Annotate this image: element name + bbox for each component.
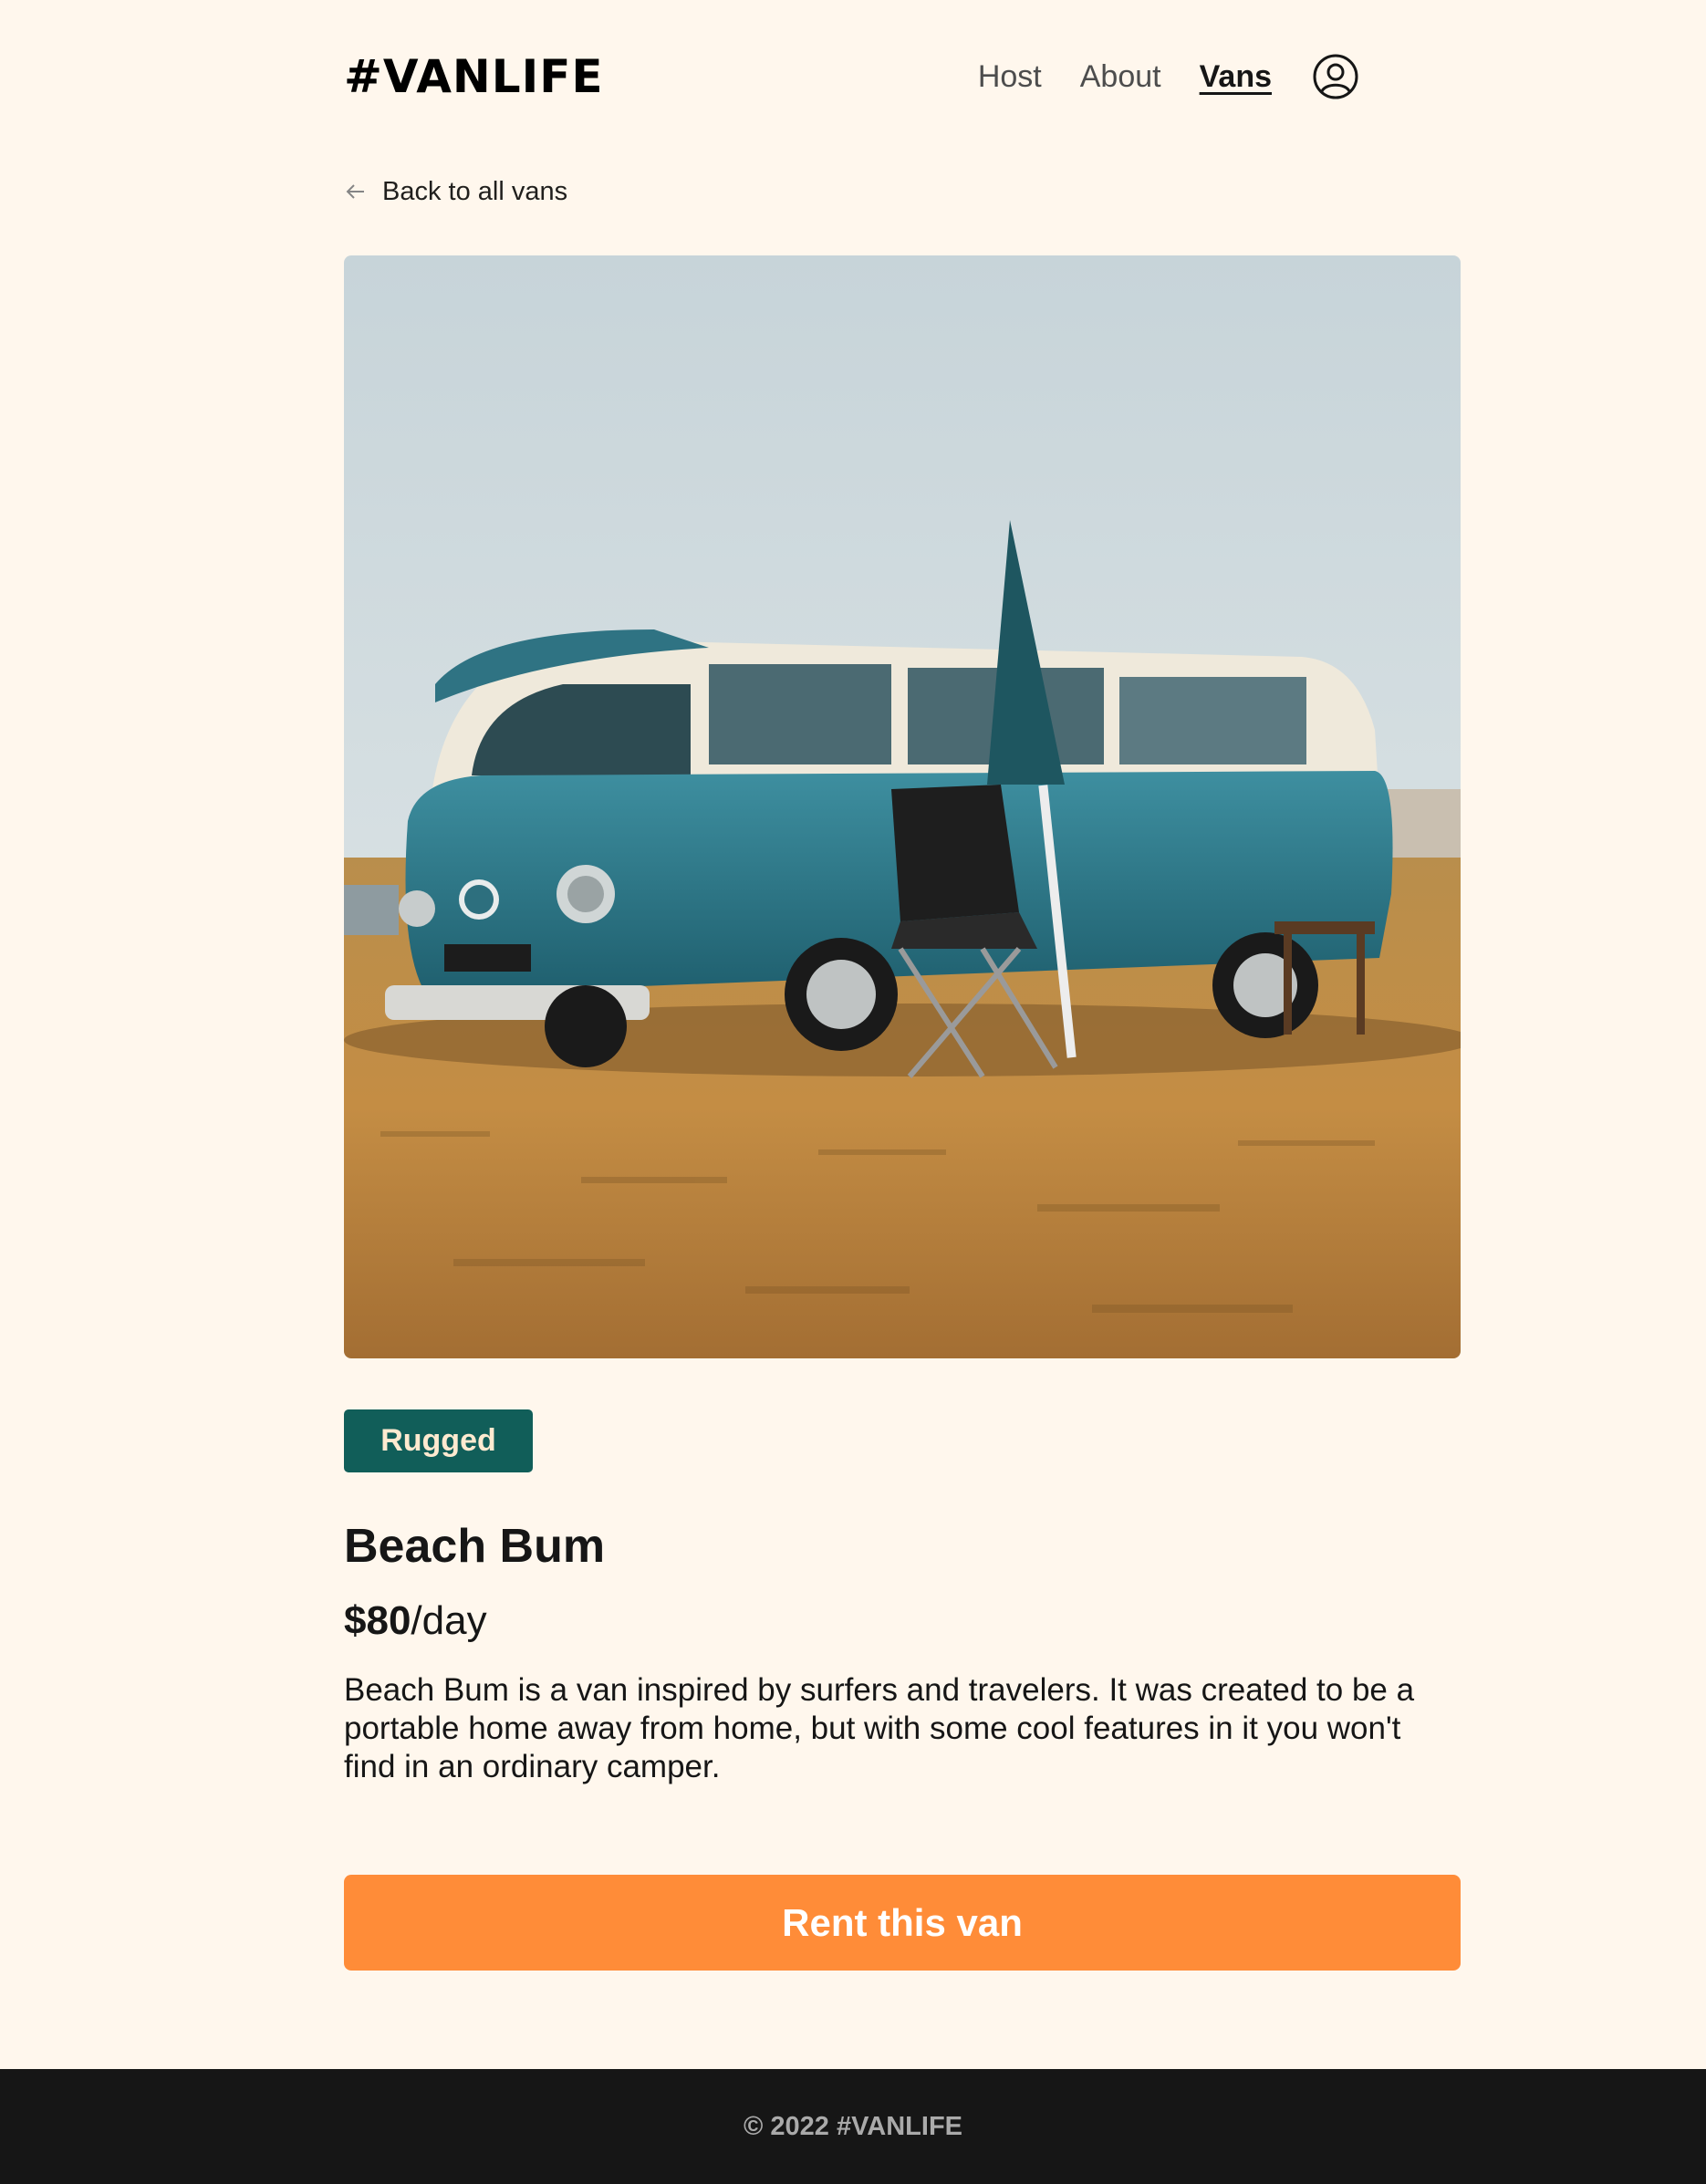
site-logo[interactable]: #VANLIFE xyxy=(344,50,604,103)
main-nav: Host About Vans xyxy=(978,53,1359,100)
van-type-badge: Rugged xyxy=(344,1409,533,1472)
van-detail-page: #VANLIFE Host About Vans Back to all van… xyxy=(0,0,1706,2184)
user-circle-icon[interactable] xyxy=(1312,53,1359,100)
nav-about-link[interactable]: About xyxy=(1080,59,1161,95)
site-footer: © 2022 #VANLIFE xyxy=(0,2069,1706,2184)
price-unit: /day xyxy=(411,1598,487,1643)
back-link-label: Back to all vans xyxy=(382,176,568,206)
copyright-text: © 2022 #VANLIFE xyxy=(743,2111,963,2141)
site-header: #VANLIFE Host About Vans xyxy=(344,40,1359,113)
van-description: Beach Bum is a van inspired by surfers a… xyxy=(344,1672,1415,1784)
van-name: Beach Bum xyxy=(344,1520,606,1573)
price-amount: $80 xyxy=(344,1598,411,1643)
van-image xyxy=(344,255,1461,1358)
nav-host-link[interactable]: Host xyxy=(978,59,1042,95)
van-price: $80/day xyxy=(344,1598,487,1644)
nav-vans-link[interactable]: Vans xyxy=(1200,59,1272,95)
arrow-left-icon xyxy=(344,180,368,203)
back-to-vans-link[interactable]: Back to all vans xyxy=(344,173,567,210)
rent-van-button[interactable]: Rent this van xyxy=(344,1875,1461,1971)
